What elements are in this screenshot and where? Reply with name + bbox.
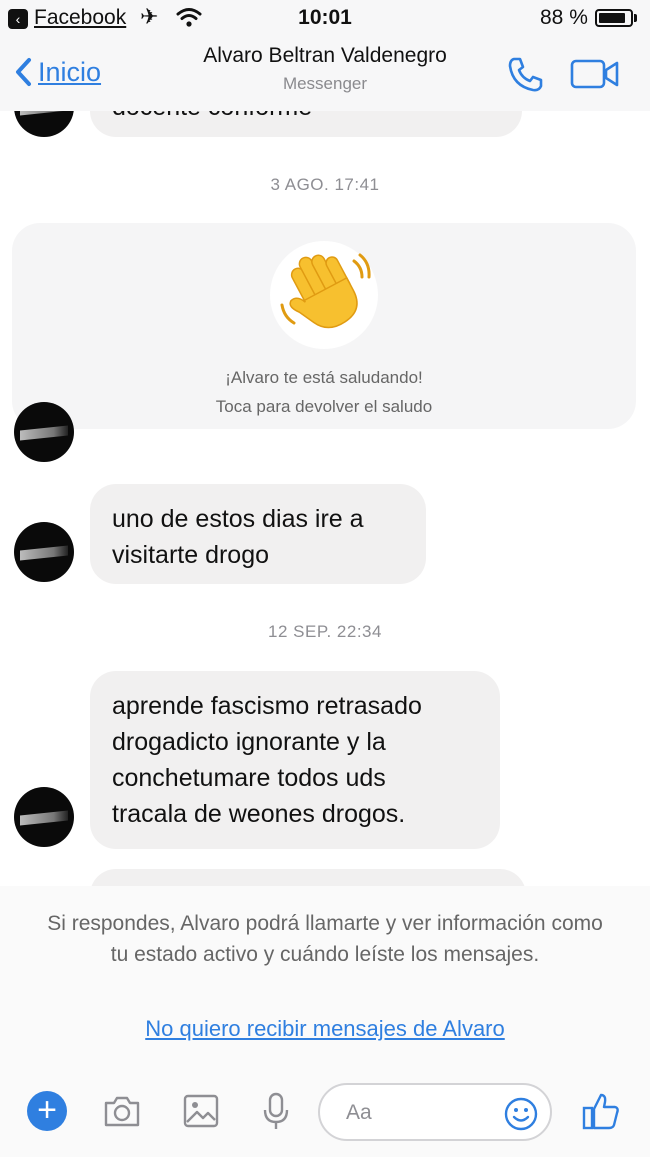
microphone-icon[interactable] — [256, 1091, 296, 1131]
message-input-placeholder: Aa — [346, 1101, 372, 1124]
message-line: drogadicto ignorante y la — [112, 728, 386, 756]
avatar[interactable] — [14, 111, 74, 137]
plus-icon[interactable]: + — [27, 1091, 67, 1131]
message-thread[interactable]: docente conforme 3 AGO. 17:41 ¡Alvaro te… — [0, 111, 650, 886]
battery-percent: 88 % — [540, 6, 588, 29]
thumbs-up-icon[interactable] — [582, 1091, 620, 1131]
contact-subtitle: Messenger — [282, 74, 368, 93]
message-line: tracala de weones drogos. — [112, 800, 406, 828]
waving-hand-icon[interactable] — [276, 249, 372, 339]
message-request-notice: Si respondes, Alvaro podrá llamarte y ve… — [0, 886, 650, 1051]
block-messages-link[interactable]: No quiero recibir mensajes de Alvaro — [0, 1016, 650, 1042]
timestamp: 3 AGO. 17:41 — [270, 175, 380, 194]
avatar[interactable] — [14, 522, 74, 582]
emoji-icon[interactable] — [504, 1097, 538, 1131]
message-bubble[interactable]: aprende fascismo retrasado drogadicto ig… — [90, 671, 500, 849]
avatar[interactable] — [14, 787, 74, 847]
message-input[interactable]: Aa — [318, 1083, 552, 1141]
battery-tip — [634, 14, 637, 22]
avatar[interactable] — [14, 402, 74, 462]
conversation-header: Inicio Alvaro Beltran Valdenegro Messeng… — [0, 38, 650, 112]
timestamp: 12 SEP. 22:34 — [268, 622, 382, 641]
status-bar: ‹ Facebook ✈ 10:01 88 % — [0, 0, 650, 38]
message-bubble-partial[interactable]: docente conforme — [90, 111, 522, 137]
wave-hint: Toca para devolver el saludo — [215, 397, 433, 416]
message-line: aprende fascismo retrasado — [112, 692, 422, 720]
phone-icon[interactable] — [505, 55, 545, 95]
message-bubble-partial[interactable] — [90, 869, 526, 886]
battery-fill — [599, 13, 626, 23]
wave-title: ¡Alvaro te está saludando! — [225, 368, 423, 387]
message-line: uno de estos dias ire a — [112, 505, 364, 533]
message-bubble[interactable]: uno de estos dias ire a visitarte drogo — [90, 484, 426, 584]
composer-bar: + Aa — [0, 1051, 650, 1157]
message-line: visitarte drogo — [112, 541, 270, 569]
message-text: docente conforme — [112, 111, 312, 125]
notice-text: Si respondes, Alvaro podrá llamarte y ve… — [47, 912, 603, 966]
camera-icon[interactable] — [102, 1091, 142, 1131]
wave-card[interactable]: ¡Alvaro te está saludando! Toca para dev… — [12, 223, 636, 429]
message-line: conchetumare todos uds — [112, 764, 386, 792]
battery-icon — [595, 9, 633, 27]
contact-name[interactable]: Alvaro Beltran Valdenegro — [0, 44, 650, 68]
video-icon[interactable] — [570, 58, 620, 90]
image-icon[interactable] — [181, 1091, 221, 1131]
